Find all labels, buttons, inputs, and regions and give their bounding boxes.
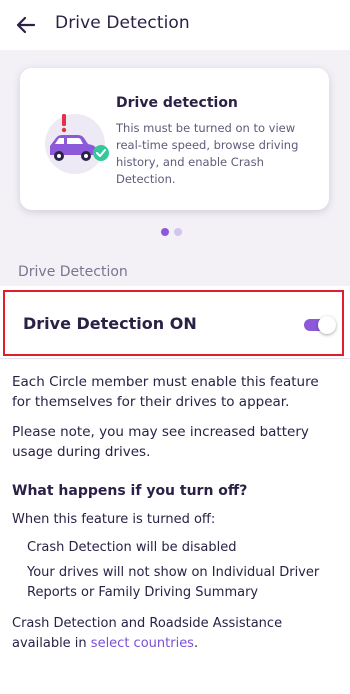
info-paragraph-2: Please note, you may see increased batte…: [12, 424, 309, 460]
info-paragraph-1: Each Circle member must enable this feat…: [12, 374, 319, 410]
info-card[interactable]: Drive detection This must be turned on t…: [20, 68, 329, 210]
availability-suffix: .: [193, 636, 199, 651]
back-button[interactable]: [12, 11, 40, 39]
card-description: This must be turned on to view real-time…: [116, 121, 299, 186]
pagination-dot-active[interactable]: [161, 228, 169, 236]
app-header: Drive Detection: [0, 0, 350, 50]
availability-text: Crash Detection and Roadside Assistance …: [12, 614, 338, 654]
when-off-text: When this feature is turned off:: [12, 512, 216, 527]
consequence-2: Your drives will not show on Individual …: [27, 565, 320, 600]
drive-detection-switch[interactable]: [304, 316, 336, 334]
car-warning-check-illustration: [45, 114, 109, 174]
card-title: Drive detection: [116, 95, 238, 111]
page-title: Drive Detection: [55, 13, 190, 33]
consequence-1: Crash Detection will be disabled: [27, 540, 237, 555]
toggle-label: Drive Detection ON: [23, 314, 197, 333]
divider: [0, 358, 350, 359]
switch-knob: [318, 316, 336, 334]
pagination-dot[interactable]: [174, 228, 182, 236]
carousel-pagination: [161, 228, 182, 236]
select-countries-link[interactable]: select countries: [91, 636, 194, 651]
arrow-left-icon: [16, 16, 36, 34]
carousel-area: Drive detection This must be turned on t…: [0, 50, 350, 286]
section-label: Drive Detection: [18, 264, 128, 280]
question-heading: What happens if you turn off?: [12, 483, 248, 499]
